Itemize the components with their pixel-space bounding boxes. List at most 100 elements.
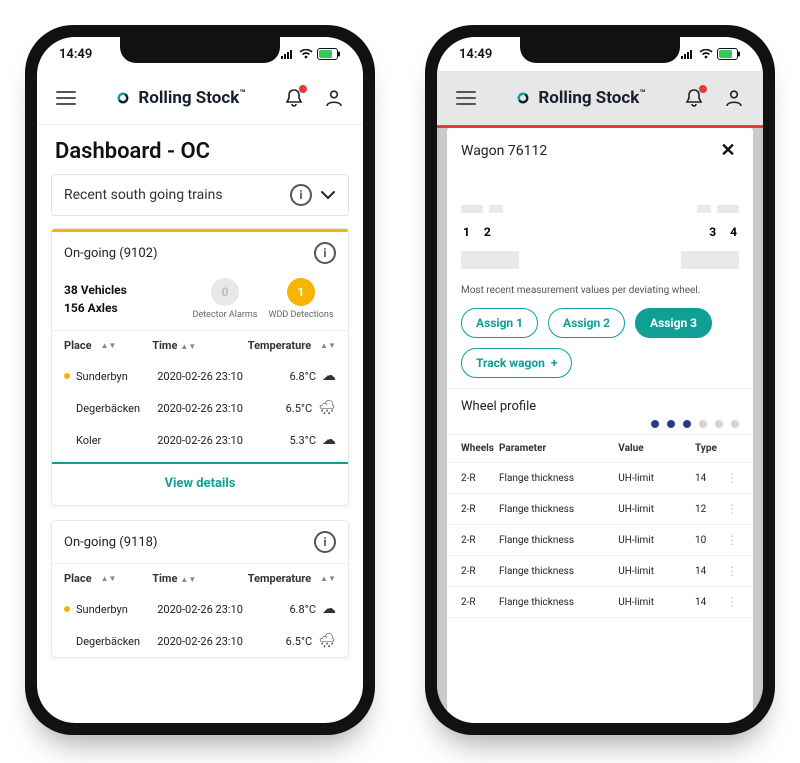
row-temp: 6.5°C bbox=[286, 635, 313, 648]
col-place[interactable]: Place bbox=[64, 572, 92, 585]
col-time[interactable]: Time bbox=[152, 339, 177, 352]
page-dot bbox=[651, 420, 659, 428]
row-more-icon[interactable]: ⋮ bbox=[725, 533, 739, 547]
view-details-link[interactable]: View details bbox=[52, 462, 348, 505]
chevron-down-icon bbox=[320, 190, 336, 200]
detector-alarms-badge: 0 bbox=[211, 278, 239, 306]
notification-dot-icon bbox=[299, 85, 307, 93]
wheel-num: 1 bbox=[463, 225, 470, 239]
row-type: 14 bbox=[695, 566, 725, 577]
pagination-dots[interactable] bbox=[447, 420, 753, 434]
track-wagon-button[interactable]: Track wagon + bbox=[461, 348, 572, 378]
wheel-profile-row[interactable]: 2-R Flange thickness UH-limit 14 ⋮ bbox=[447, 556, 753, 587]
col-type[interactable]: Type bbox=[695, 443, 725, 454]
row-more-icon[interactable]: ⋮ bbox=[725, 564, 739, 578]
row-value: UH-limit bbox=[618, 473, 695, 484]
table-row[interactable]: Koler 2020-02-26 23:10 5.3°C☁ bbox=[52, 424, 348, 456]
row-type: 14 bbox=[695, 473, 725, 484]
page-dot bbox=[715, 420, 723, 428]
modal-title: Wagon 76112 bbox=[461, 143, 717, 159]
profile-button[interactable] bbox=[319, 83, 349, 113]
col-parameter[interactable]: Parameter bbox=[499, 443, 618, 454]
wagon-caption: Most recent measurement values per devia… bbox=[447, 277, 753, 298]
cloud-icon: ☁ bbox=[322, 601, 336, 617]
row-value: UH-limit bbox=[618, 597, 695, 608]
sort-icon: ▲▼ bbox=[320, 341, 336, 350]
assign-2-button[interactable]: Assign 2 bbox=[548, 308, 625, 338]
row-more-icon[interactable]: ⋮ bbox=[725, 595, 739, 609]
table-row[interactable]: Sunderbyn 2020-02-26 23:10 6.8°C☁ bbox=[52, 360, 348, 392]
detector-alarms-label: Detector Alarms bbox=[193, 310, 258, 320]
cloud-icon: ☁ bbox=[322, 368, 336, 384]
wifi-icon bbox=[699, 49, 713, 59]
cloud-icon: ☁ bbox=[322, 432, 336, 448]
card-title: On-going (9118) bbox=[64, 535, 314, 550]
device-notch bbox=[520, 37, 680, 63]
col-temperature[interactable]: Temperature bbox=[248, 572, 311, 585]
phone-frame-left: 14:49 bbox=[25, 25, 375, 735]
wifi-icon bbox=[299, 49, 313, 59]
app-header: Rolling Stock™ bbox=[37, 71, 363, 125]
alert-dot-icon bbox=[64, 638, 70, 644]
battery-icon bbox=[317, 48, 341, 60]
wheel-profile-row[interactable]: 2-R Flange thickness UH-limit 14 ⋮ bbox=[447, 587, 753, 618]
sort-icon: ▲▼ bbox=[320, 574, 336, 583]
brand-tm: ™ bbox=[639, 88, 645, 99]
alert-dot-icon bbox=[64, 405, 70, 411]
row-value: UH-limit bbox=[618, 566, 695, 577]
assign-3-button[interactable]: Assign 3 bbox=[635, 308, 712, 338]
detector-alarms-stat[interactable]: 0 Detector Alarms bbox=[190, 278, 260, 320]
row-time: 2020-02-26 23:10 bbox=[157, 434, 258, 447]
wdd-detections-stat[interactable]: 1 WDD Detections bbox=[266, 278, 336, 320]
card-title: On-going (9102) bbox=[64, 246, 314, 261]
row-type: 12 bbox=[695, 504, 725, 515]
recent-trains-dropdown[interactable]: Recent south going trains i bbox=[51, 174, 349, 216]
page-dot bbox=[699, 420, 707, 428]
sort-icon: ▲▼ bbox=[180, 342, 196, 351]
train-card: On-going (9102) i 38 Vehicles 156 Axles … bbox=[51, 228, 349, 506]
alert-dot-icon bbox=[64, 437, 70, 443]
status-time: 14:49 bbox=[59, 47, 92, 62]
notifications-button[interactable] bbox=[679, 83, 709, 113]
row-time: 2020-02-26 23:10 bbox=[157, 402, 258, 415]
menu-button[interactable] bbox=[51, 83, 81, 113]
row-wheels: 2-R bbox=[461, 597, 499, 608]
page-title: Dashboard - OC bbox=[37, 125, 363, 174]
col-value[interactable]: Value bbox=[618, 443, 695, 454]
row-parameter: Flange thickness bbox=[499, 504, 618, 515]
profile-button[interactable] bbox=[719, 83, 749, 113]
wheel-profile-row[interactable]: 2-R Flange thickness UH-limit 14 ⋮ bbox=[447, 463, 753, 494]
info-icon[interactable]: i bbox=[314, 531, 336, 553]
col-temperature[interactable]: Temperature bbox=[248, 339, 311, 352]
close-button[interactable]: ✕ bbox=[717, 140, 739, 161]
row-parameter: Flange thickness bbox=[499, 566, 618, 577]
wheel-profile-header: Wheels Parameter Value Type bbox=[447, 434, 753, 463]
battery-icon bbox=[717, 48, 741, 60]
assign-1-button[interactable]: Assign 1 bbox=[461, 308, 538, 338]
rain-icon: 🌧 bbox=[318, 633, 336, 649]
wheel-profile-row[interactable]: 2-R Flange thickness UH-limit 12 ⋮ bbox=[447, 494, 753, 525]
table-header: Place▲▼ Time▲▼ Temperature▲▼ bbox=[52, 330, 348, 360]
table-row[interactable]: Degerbäcken 2020-02-26 23:10 6.5°C🌧 bbox=[52, 625, 348, 657]
track-wagon-label: Track wagon bbox=[476, 356, 545, 370]
col-wheels[interactable]: Wheels bbox=[461, 443, 499, 454]
menu-button[interactable] bbox=[451, 83, 481, 113]
row-temp: 6.8°C bbox=[289, 370, 316, 383]
row-more-icon[interactable]: ⋮ bbox=[725, 471, 739, 485]
col-time[interactable]: Time bbox=[152, 572, 177, 585]
plus-icon: + bbox=[551, 356, 558, 370]
notifications-button[interactable] bbox=[279, 83, 309, 113]
vehicles-count: 38 Vehicles bbox=[64, 281, 184, 299]
table-header: Place▲▼ Time▲▼ Temperature▲▼ bbox=[52, 563, 348, 593]
train-card: On-going (9118) i Place▲▼ Time▲▼ Tempera… bbox=[51, 520, 349, 658]
brand-name: Rolling Stock bbox=[138, 88, 239, 108]
wheel-profile-row[interactable]: 2-R Flange thickness UH-limit 10 ⋮ bbox=[447, 525, 753, 556]
col-place[interactable]: Place bbox=[64, 339, 92, 352]
table-row[interactable]: Degerbäcken 2020-02-26 23:10 6.5°C🌧 bbox=[52, 392, 348, 424]
info-icon[interactable]: i bbox=[290, 184, 312, 206]
page-dot bbox=[731, 420, 739, 428]
table-row[interactable]: Sunderbyn 2020-02-26 23:10 6.8°C☁ bbox=[52, 593, 348, 625]
info-icon[interactable]: i bbox=[314, 242, 336, 264]
notification-dot-icon bbox=[699, 85, 707, 93]
row-more-icon[interactable]: ⋮ bbox=[725, 502, 739, 516]
